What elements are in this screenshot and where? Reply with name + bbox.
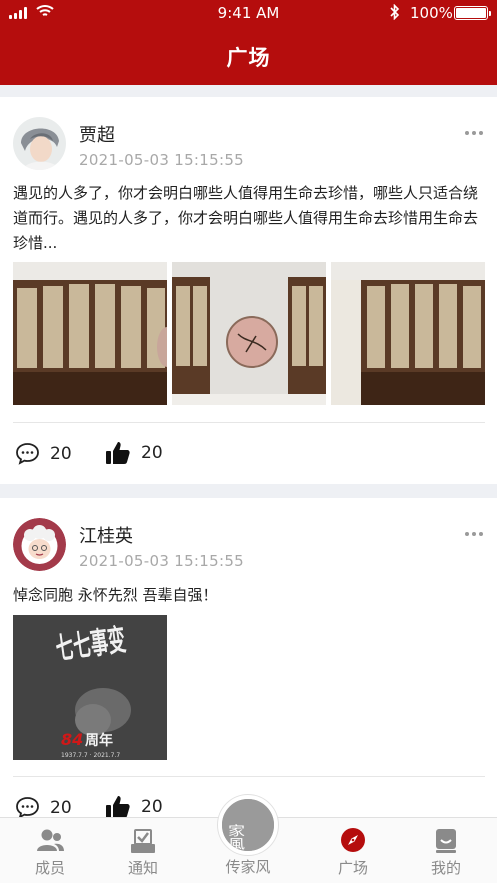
battery-icon <box>454 6 491 20</box>
like-button[interactable]: 20 <box>105 440 163 466</box>
nav-item-family-style[interactable]: 家風 <box>218 795 278 855</box>
more-options-icon[interactable] <box>465 532 483 536</box>
post-photo[interactable] <box>331 262 485 405</box>
like-count: 20 <box>141 797 163 817</box>
post-date: 2021-05-03 15:15:55 <box>79 151 245 169</box>
comment-icon <box>16 443 39 465</box>
post-content[interactable]: 遇见的人多了，你才会明白哪些人值得用生命去珍惜，哪些人只适合绕道而行。遇见的人多… <box>13 181 485 256</box>
image-years: 84 <box>61 730 83 749</box>
post-card[interactable]: 贾超 2021-05-03 15:15:55 遇见的人多了，你才会明白哪些人值得… <box>0 97 497 484</box>
status-bar: 9:41 AM 100% <box>0 0 497 26</box>
author-name[interactable]: 贾超 <box>79 121 115 147</box>
post-date: 2021-05-03 15:15:55 <box>79 552 245 570</box>
more-options-icon[interactable] <box>465 131 483 135</box>
comment-button[interactable]: 20 <box>15 796 72 819</box>
bluetooth-icon <box>390 4 400 20</box>
author-name[interactable]: 江桂英 <box>79 522 133 548</box>
divider <box>13 776 485 777</box>
avatar[interactable] <box>13 117 66 170</box>
nav-label: 我的 <box>430 859 461 877</box>
app-header: 9:41 AM 100% 广场 <box>0 0 497 85</box>
nav-label: 通知 <box>127 859 158 877</box>
comment-icon <box>16 797 39 819</box>
post-photo[interactable]: 七七事变 84 周年 1937.7.7 · 2021.7.7 <box>13 615 167 760</box>
image-dates: 1937.7.7 · 2021.7.7 <box>61 752 120 759</box>
comment-count: 20 <box>50 443 72 464</box>
thumbs-up-icon <box>106 442 130 464</box>
notice-icon <box>131 829 155 853</box>
comment-count: 20 <box>50 797 72 818</box>
family-style-logo: 家風 <box>222 799 274 851</box>
battery-percent: 100% <box>410 4 453 22</box>
profile-icon <box>436 829 456 853</box>
members-icon <box>37 829 64 851</box>
post-card[interactable]: 江桂英 2021-05-03 15:15:55 悼念同胞 永怀先烈 吾辈自强！ … <box>0 498 497 828</box>
logo-text: 家風 <box>224 824 245 851</box>
nav-label: 广场 <box>337 859 368 877</box>
divider <box>13 422 485 423</box>
image-suffix: 周年 <box>85 732 113 749</box>
comment-button[interactable]: 20 <box>15 442 72 465</box>
page-title: 广场 <box>226 46 271 70</box>
nav-label: 成员 <box>34 859 65 877</box>
avatar[interactable] <box>13 518 66 571</box>
compass-icon <box>341 828 365 852</box>
post-content[interactable]: 悼念同胞 永怀先烈 吾辈自强！ <box>13 583 485 608</box>
like-count: 20 <box>141 443 163 463</box>
post-photo[interactable] <box>172 262 326 405</box>
post-photo[interactable] <box>13 262 167 405</box>
photo-grid <box>13 262 485 405</box>
nav-label: 传家风 <box>225 858 271 876</box>
